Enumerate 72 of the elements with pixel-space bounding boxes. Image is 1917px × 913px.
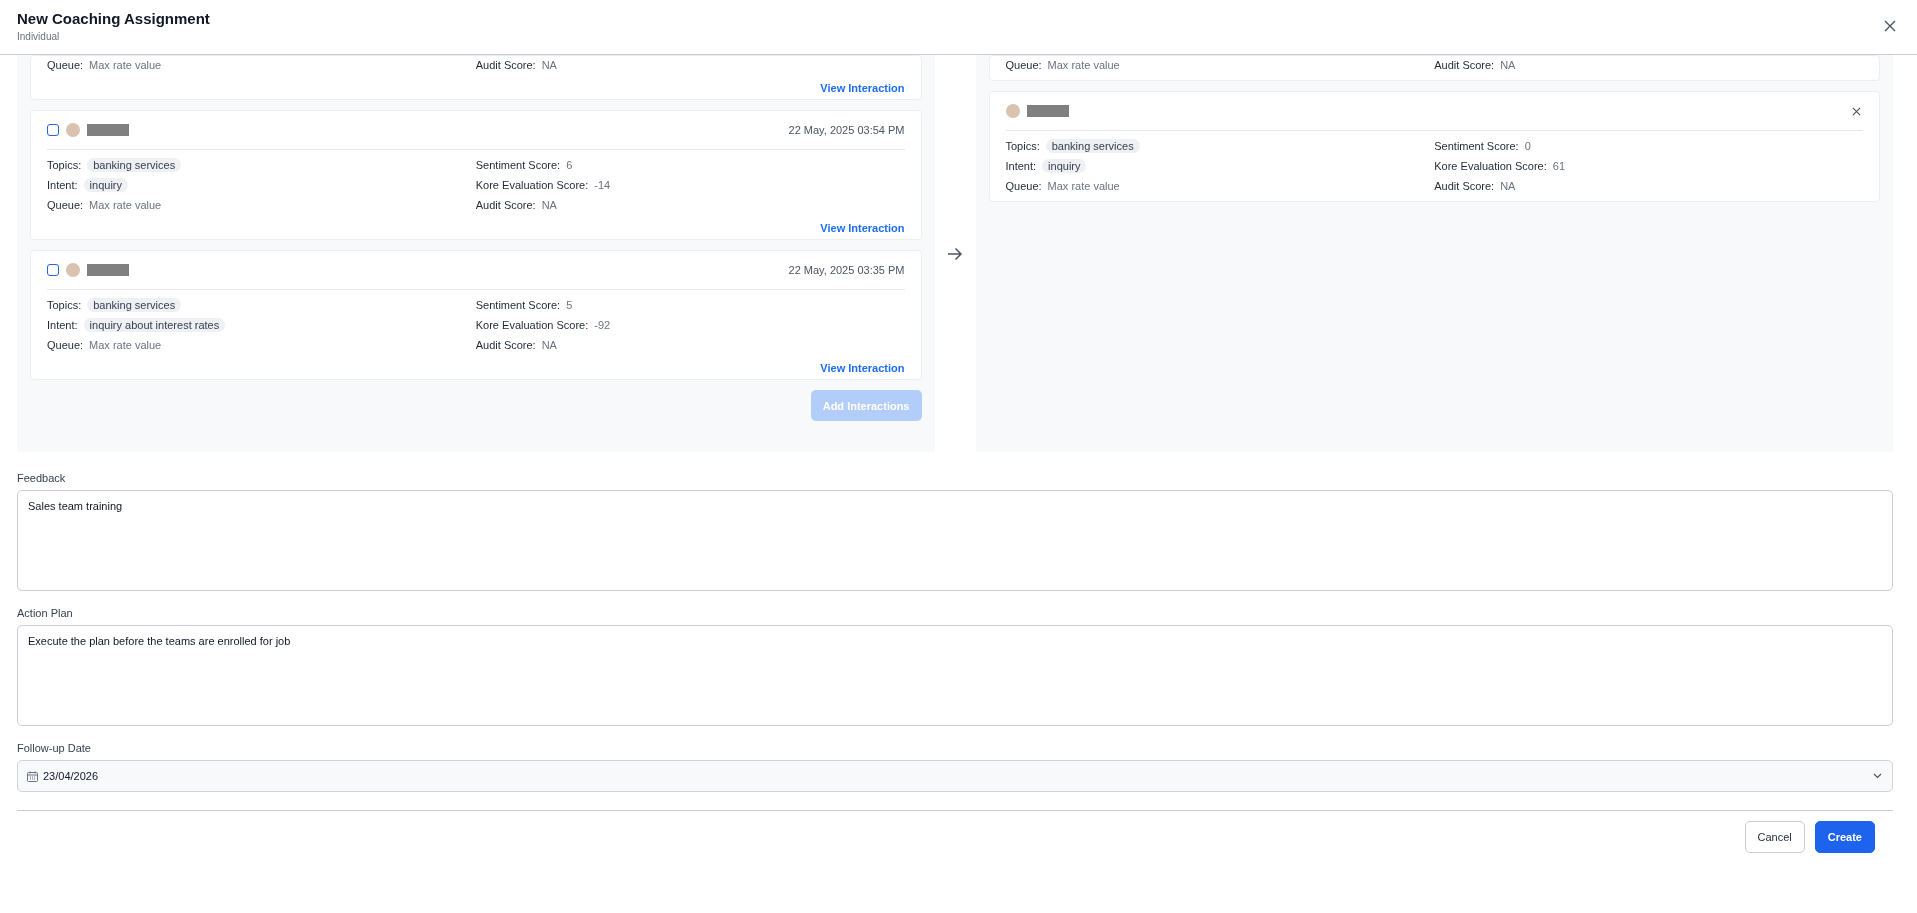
- field-label: Queue:: [47, 59, 84, 71]
- field-label: Queue:: [1005, 59, 1042, 71]
- field-value: NA: [541, 59, 557, 71]
- avatar: [1005, 104, 1020, 118]
- tag: inquiry: [1042, 159, 1087, 173]
- field-label: Audit Score:: [1434, 59, 1495, 71]
- avatar: [66, 123, 80, 137]
- field-value: -92: [594, 319, 611, 331]
- field-label: Kore Evaluation Score:: [1434, 160, 1547, 172]
- field-value: NA: [1500, 180, 1516, 192]
- tag: banking services: [1045, 139, 1140, 153]
- tag: banking services: [87, 158, 182, 172]
- field-value: NA: [541, 199, 557, 211]
- field-value: Max rate value: [1047, 180, 1120, 192]
- field-label: Sentiment Score:: [475, 159, 561, 171]
- field-label: Action Plan: [17, 607, 74, 619]
- tag: inquiry about interest rates: [83, 318, 226, 332]
- field-label: Sentiment Score:: [1434, 140, 1519, 152]
- checkbox[interactable]: [47, 264, 59, 276]
- field-label: Audit Score:: [475, 59, 536, 71]
- view-interaction-link[interactable]: View Interaction: [820, 82, 905, 94]
- field-value: Max rate value: [89, 199, 162, 211]
- calendar-icon: [27, 770, 38, 782]
- field-label: Queue:: [47, 199, 84, 211]
- field-label: Feedback: [17, 472, 67, 484]
- field-label: Intent:: [1005, 160, 1037, 172]
- field-label: Kore Evaluation Score:: [475, 179, 589, 191]
- arrow-right-icon: [947, 246, 963, 261]
- field-value: 61: [1552, 160, 1565, 172]
- view-interaction-link[interactable]: View Interaction: [820, 222, 905, 234]
- field-value: 5: [566, 299, 573, 311]
- field-label: Topics:: [1005, 140, 1040, 152]
- field-label: Audit Score:: [1434, 180, 1495, 192]
- field-value: NA: [541, 339, 557, 351]
- field-label: Follow-up Date: [17, 742, 92, 754]
- interaction-date: 22 May, 2025 03:35 PM: [788, 264, 905, 276]
- field-label: Queue:: [1005, 180, 1042, 192]
- field-label: Topics:: [47, 159, 82, 171]
- avatar: [66, 263, 80, 277]
- tag: inquiry: [83, 178, 128, 192]
- redacted-name: [87, 124, 129, 136]
- close-icon: [1852, 106, 1861, 116]
- field-label: Audit Score:: [475, 339, 536, 351]
- field-label: Kore Evaluation Score:: [475, 319, 589, 331]
- redacted-name: [1026, 105, 1069, 117]
- dialog-title: New Coaching Assignment: [17, 10, 210, 28]
- field-label: Sentiment Score:: [475, 299, 561, 311]
- text-area[interactable]: Sales team training: [17, 490, 1893, 591]
- field-value: 6: [566, 159, 573, 171]
- field-label: Queue:: [47, 339, 84, 351]
- field-value: Max rate value: [1047, 59, 1120, 71]
- field-value: Max rate value: [89, 339, 162, 351]
- view-interaction-link[interactable]: View Interaction: [820, 362, 905, 374]
- checkbox[interactable]: [47, 124, 59, 136]
- tag: banking services: [87, 298, 182, 312]
- date-field[interactable]: 23/04/2026: [17, 760, 1893, 792]
- field-value: 0: [1524, 140, 1531, 152]
- chevron-down-icon: [1873, 773, 1882, 779]
- field-value: Max rate value: [89, 59, 162, 71]
- field-label: Intent:: [47, 179, 78, 191]
- dialog-subtitle: Individual: [17, 31, 61, 42]
- redacted-name: [87, 264, 129, 276]
- create-button[interactable]: Create: [1814, 821, 1875, 853]
- cancel-button[interactable]: Cancel: [1744, 821, 1805, 853]
- date-value: 23/04/2026: [43, 770, 99, 782]
- field-label: Intent:: [47, 319, 78, 331]
- field-label: Topics:: [47, 299, 82, 311]
- field-value: NA: [1500, 59, 1516, 71]
- interaction-date: 22 May, 2025 03:54 PM: [788, 124, 905, 136]
- close-icon: [1884, 20, 1896, 32]
- field-label: Audit Score:: [475, 199, 536, 211]
- text-area[interactable]: Execute the plan before the teams are enrolled for job: [17, 625, 1893, 726]
